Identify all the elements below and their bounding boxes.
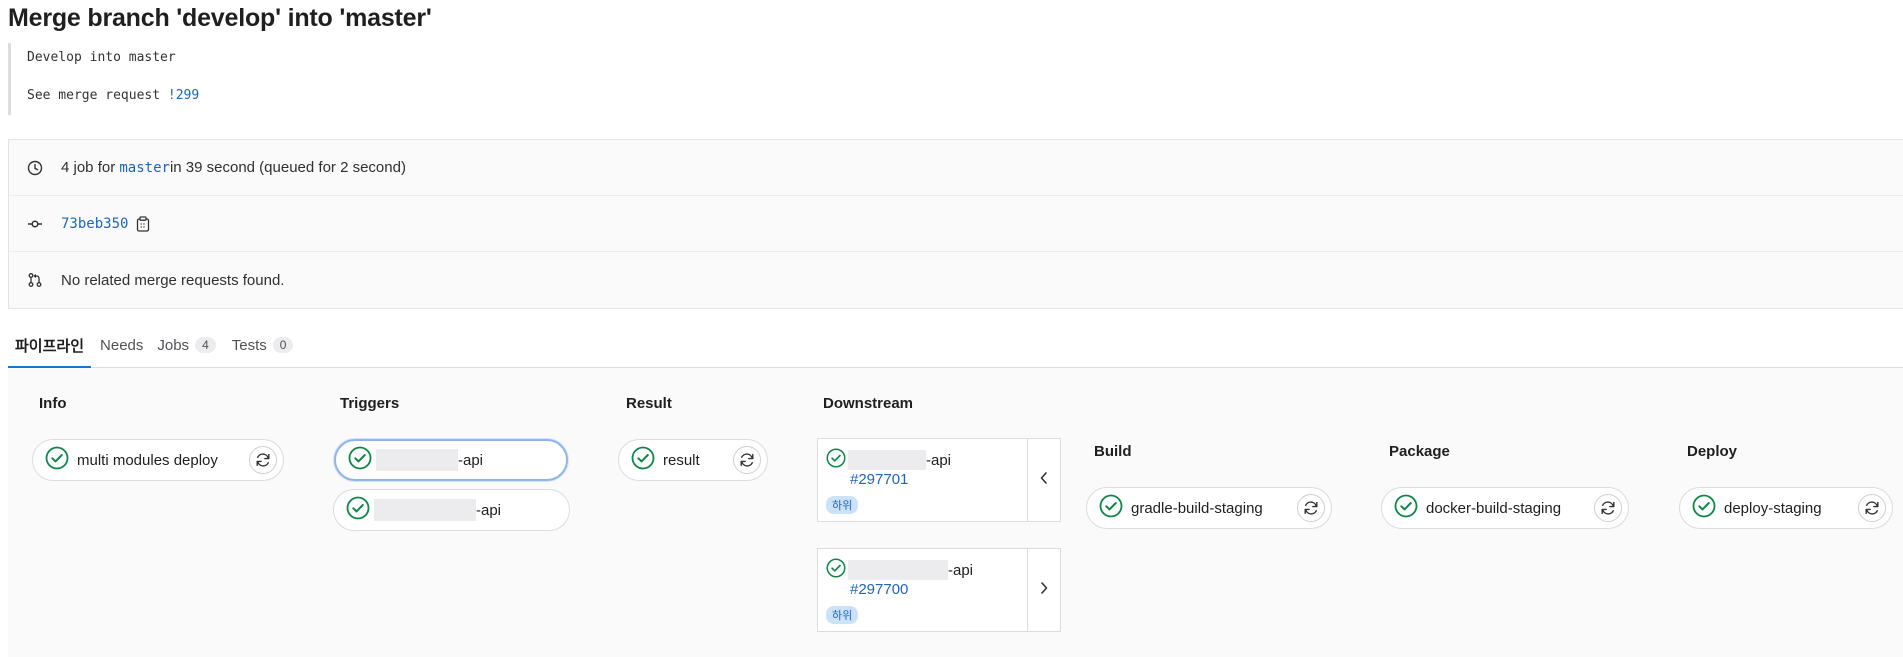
chevron-right-icon xyxy=(1038,581,1050,600)
retry-icon[interactable] xyxy=(1297,494,1325,522)
stage-title-info: Info xyxy=(39,395,67,412)
job-multi-modules-deploy[interactable]: multi modules deploy xyxy=(32,439,284,481)
redacted-name xyxy=(374,499,476,521)
downstream-pipeline-main[interactable]: -api #297701 하위 xyxy=(818,439,1028,521)
redacted-name xyxy=(376,449,458,471)
job-docker-build-staging[interactable]: docker-build-staging xyxy=(1381,487,1629,529)
downstream-tag: 하위 xyxy=(826,606,859,624)
redacted-name xyxy=(848,560,948,580)
redacted-name xyxy=(848,450,926,470)
tests-count-badge: 0 xyxy=(272,337,294,353)
jobs-count-badge: 4 xyxy=(195,337,216,353)
related-mr-row: No related merge requests found. xyxy=(9,252,1903,308)
tab-jobs[interactable]: Jobs 4 xyxy=(150,322,222,368)
success-icon xyxy=(348,446,372,474)
success-icon xyxy=(826,558,846,582)
branch-link[interactable]: master xyxy=(119,160,170,176)
success-icon xyxy=(631,446,655,474)
tab-pipeline[interactable]: 파이프라인 xyxy=(8,322,92,369)
success-icon xyxy=(1692,494,1716,522)
commit-message: Develop into master See merge request !2… xyxy=(8,43,708,115)
stage-title-deploy: Deploy xyxy=(1687,443,1738,460)
job-trigger-api[interactable]: -api xyxy=(333,489,570,531)
success-icon xyxy=(346,496,370,524)
merge-request-link[interactable]: !299 xyxy=(168,88,199,103)
success-icon xyxy=(826,448,846,472)
job-result[interactable]: result xyxy=(618,439,768,481)
page-title: Merge branch 'develop' into 'master' xyxy=(8,4,432,32)
pipeline-summary-row: 4 job for master in 39 second (queued fo… xyxy=(9,140,1903,196)
downstream-tag: 하위 xyxy=(826,496,859,514)
commit-icon xyxy=(26,215,44,233)
clock-icon xyxy=(26,159,44,177)
collapse-toggle[interactable] xyxy=(1027,439,1060,521)
commit-sha-row: 73beb350 xyxy=(9,196,1903,252)
downstream-pipeline-main[interactable]: -api #297700 하위 xyxy=(818,549,1028,631)
pipeline-tabs: 파이프라인 Needs Jobs 4 Tests 0 xyxy=(8,322,1903,369)
retry-icon[interactable] xyxy=(1594,494,1622,522)
job-gradle-build-staging[interactable]: gradle-build-staging xyxy=(1086,487,1332,529)
success-icon xyxy=(1099,494,1123,522)
success-icon xyxy=(45,446,69,474)
merge-request-icon xyxy=(26,271,44,289)
retry-icon[interactable] xyxy=(733,446,761,474)
expand-toggle[interactable] xyxy=(1027,549,1060,631)
downstream-pipeline-card: -api #297700 하위 xyxy=(817,548,1061,632)
tab-needs[interactable]: Needs xyxy=(93,322,150,368)
retry-icon[interactable] xyxy=(249,446,277,474)
job-deploy-staging[interactable]: deploy-staging xyxy=(1679,487,1893,529)
stage-title-result: Result xyxy=(626,395,672,412)
downstream-pipeline-link[interactable]: #297700 xyxy=(850,581,908,598)
copy-icon[interactable] xyxy=(136,215,150,232)
retry-icon[interactable] xyxy=(1858,494,1886,522)
stage-title-downstream: Downstream xyxy=(823,395,914,412)
success-icon xyxy=(1394,494,1418,522)
tab-tests[interactable]: Tests 0 xyxy=(225,322,301,368)
job-trigger-api[interactable]: -api xyxy=(334,439,568,481)
pipeline-info-box: 4 job for master in 39 second (queued fo… xyxy=(8,139,1903,309)
stage-title-triggers: Triggers xyxy=(340,395,400,412)
commit-message-line: See merge request !299 xyxy=(27,88,200,103)
stage-title-package: Package xyxy=(1389,443,1450,460)
downstream-pipeline-card: -api #297701 하위 xyxy=(817,438,1061,522)
pipeline-graph: Info multi modules deploy Triggers -api … xyxy=(8,368,1903,657)
commit-sha-link[interactable]: 73beb350 xyxy=(61,216,128,232)
stage-title-build: Build xyxy=(1094,443,1132,460)
chevron-left-icon xyxy=(1038,471,1050,490)
downstream-pipeline-link[interactable]: #297701 xyxy=(850,471,908,488)
commit-message-line: Develop into master xyxy=(27,50,176,65)
